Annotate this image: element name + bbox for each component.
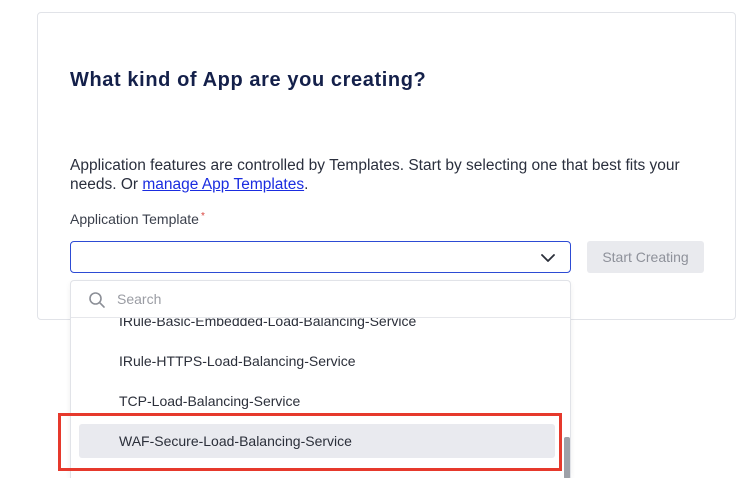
application-template-select[interactable] (70, 241, 571, 273)
template-list: IRule-Basic-Embedded-Load-Balancing-Serv… (71, 318, 570, 478)
required-marker: * (200, 211, 205, 222)
template-dropdown: IRule-Basic-Embedded-Load-Balancing-Serv… (70, 280, 571, 478)
dropdown-search (71, 281, 570, 318)
list-item[interactable]: IRule-HTTPS-Load-Balancing-Service (79, 344, 555, 378)
application-template-label: Application Template * (70, 211, 205, 227)
list-item[interactable]: TCP-Load-Balancing-Service (79, 384, 555, 418)
page-title: What kind of App are you creating? (70, 69, 427, 91)
start-creating-button[interactable]: Start Creating (587, 241, 704, 273)
chevron-down-icon (541, 254, 555, 262)
application-template-label-text: Application Template (70, 211, 199, 227)
list-item[interactable]: IRule-Basic-Embedded-Load-Balancing-Serv… (79, 318, 555, 338)
search-input[interactable] (117, 288, 517, 310)
list-item-selected[interactable]: WAF-Secure-Load-Balancing-Service (79, 424, 555, 458)
manage-app-templates-link[interactable]: manage App Templates (142, 176, 304, 193)
description: Application features are controlled by T… (70, 156, 710, 194)
dropdown-scrollbar[interactable] (564, 437, 570, 478)
description-end: . (304, 176, 309, 193)
search-icon (89, 292, 105, 308)
